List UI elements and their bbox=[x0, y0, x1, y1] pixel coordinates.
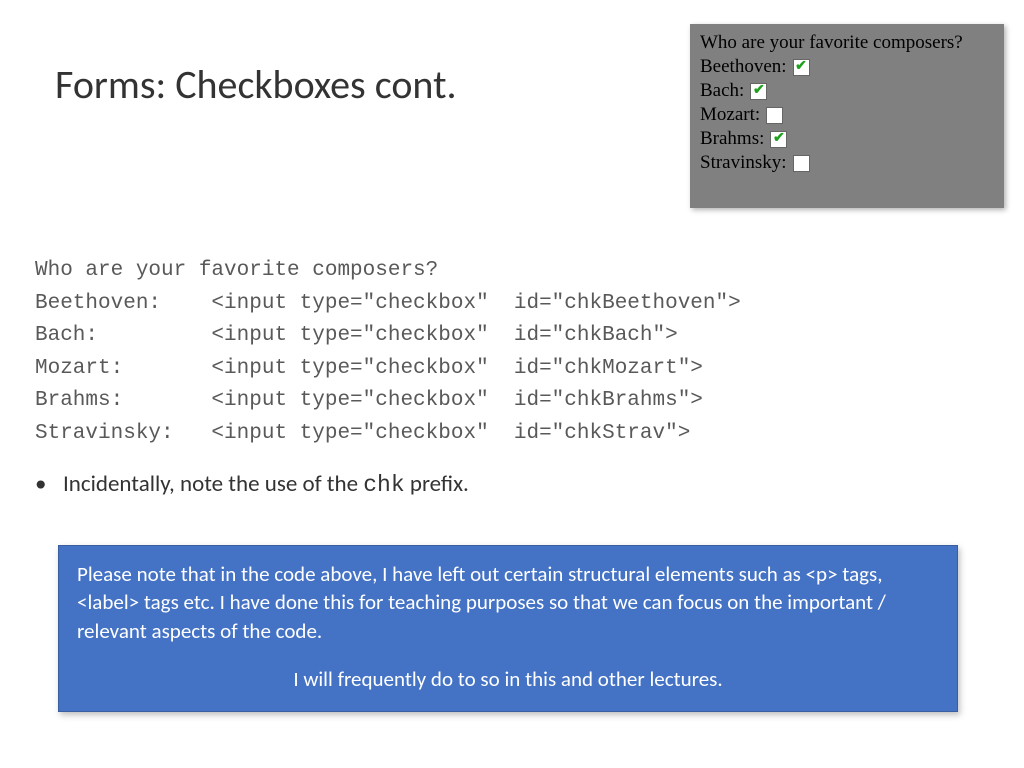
checkbox-icon[interactable] bbox=[750, 83, 767, 100]
bullet-dot: • bbox=[35, 470, 63, 498]
example-row: Mozart: bbox=[700, 104, 994, 126]
slide-title: Forms: Checkboxes cont. bbox=[55, 60, 457, 109]
note-centered: I will frequently do to so in this and o… bbox=[77, 665, 939, 693]
example-label: Stravinsky: bbox=[700, 152, 787, 174]
checkbox-icon[interactable] bbox=[793, 59, 810, 76]
example-row: Beethoven: bbox=[700, 56, 994, 78]
example-label: Mozart: bbox=[700, 104, 760, 126]
example-row: Brahms: bbox=[700, 128, 994, 150]
bullet-mono: chk bbox=[363, 472, 404, 498]
checkbox-icon[interactable] bbox=[766, 107, 783, 124]
bullet-note: • Incidentally, note the use of the chk … bbox=[35, 470, 469, 498]
example-label: Beethoven: bbox=[700, 56, 787, 78]
example-question: Who are your favorite composers? bbox=[700, 32, 994, 54]
code-snippet: Who are your favorite composers? Beethov… bbox=[35, 255, 741, 450]
note-paragraph: Please note that in the code above, I ha… bbox=[77, 560, 939, 645]
callout-note: Please note that in the code above, I ha… bbox=[58, 545, 958, 712]
checkbox-icon[interactable] bbox=[793, 155, 810, 172]
example-label: Brahms: bbox=[700, 128, 764, 150]
bullet-text: Incidentally, note the use of the chk pr… bbox=[63, 470, 469, 498]
bullet-post: prefix. bbox=[405, 470, 469, 498]
checkbox-icon[interactable] bbox=[770, 131, 787, 148]
example-row: Stravinsky: bbox=[700, 152, 994, 174]
example-rendered-form: Who are your favorite composers? Beethov… bbox=[690, 24, 1004, 208]
bullet-pre: Incidentally, note the use of the bbox=[63, 470, 363, 498]
example-row: Bach: bbox=[700, 80, 994, 102]
example-label: Bach: bbox=[700, 80, 744, 102]
